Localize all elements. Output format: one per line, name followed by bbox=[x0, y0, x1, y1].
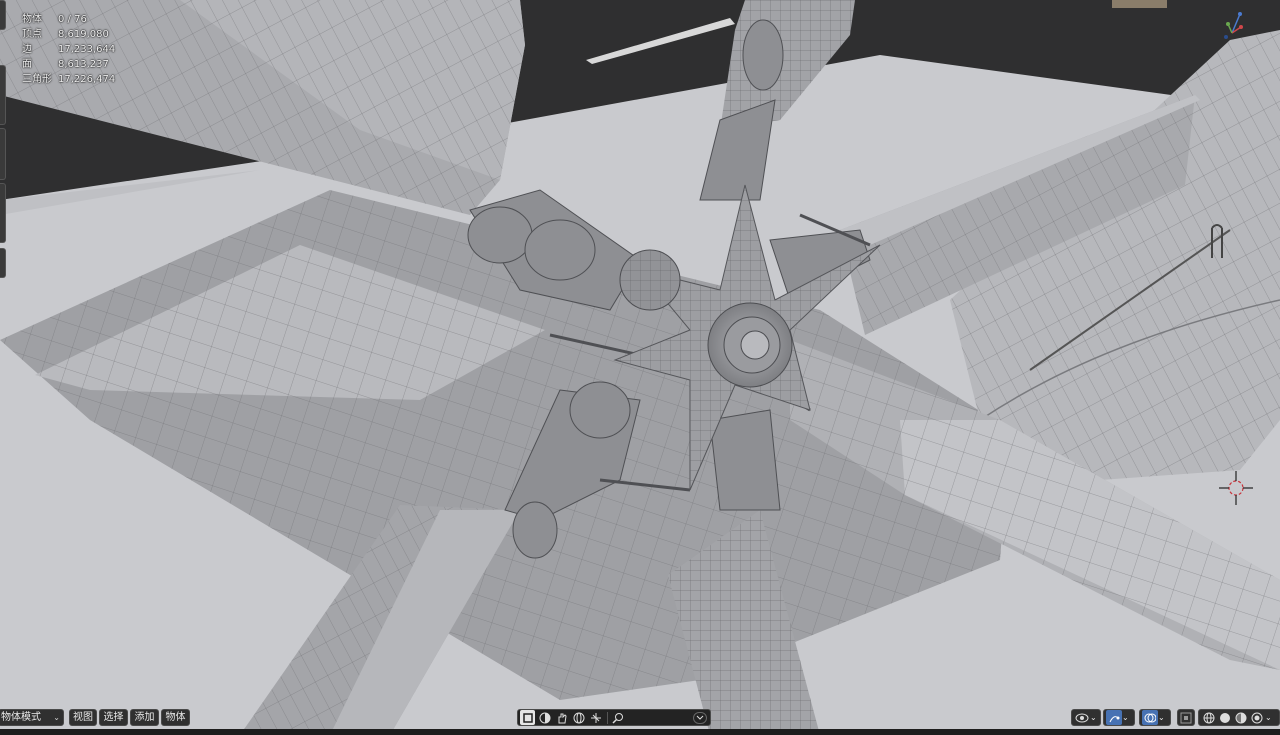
stat-label: 顶点 bbox=[22, 29, 42, 40]
menu-select[interactable]: 选择 bbox=[99, 709, 128, 726]
chevron-down-icon: ⌄ bbox=[1265, 713, 1272, 722]
interaction-mode-dropdown[interactable]: 物体模式 ⌄ bbox=[0, 709, 64, 726]
toolbar-tab[interactable] bbox=[0, 65, 6, 125]
sphere-icon[interactable] bbox=[571, 710, 586, 725]
stat-label: 边 bbox=[22, 44, 32, 55]
stat-row: 面 8,613,237 bbox=[22, 57, 115, 72]
xray-toggle[interactable] bbox=[1177, 709, 1195, 726]
stat-row: 三角形 17,226,474 bbox=[22, 72, 115, 87]
select-box-icon[interactable] bbox=[520, 710, 535, 725]
hand-icon[interactable] bbox=[554, 710, 569, 725]
rendered-shading-icon[interactable] bbox=[1249, 710, 1265, 725]
search-icon[interactable] bbox=[610, 710, 625, 725]
xray-icon bbox=[1180, 710, 1192, 725]
stat-label: 三角形 bbox=[22, 74, 52, 85]
interaction-mode-label: 物体模式 bbox=[1, 712, 41, 723]
viewport-toolbar bbox=[517, 709, 711, 726]
material-preview-icon[interactable] bbox=[537, 710, 552, 725]
scene-statistics: 物体 0 / 76 顶点 8,619,080 边 17,233,644 面 8,613,237… bbox=[22, 12, 115, 87]
wireframe-shading-icon[interactable] bbox=[1201, 710, 1217, 725]
stat-value: 8,613,237 bbox=[58, 59, 109, 70]
3d-viewport[interactable]: 物体 0 / 76 顶点 8,619,080 边 17,233,644 面 8,613,237… bbox=[0, 0, 1280, 735]
stat-label: 面 bbox=[22, 59, 32, 70]
stat-value: 17,233,644 bbox=[58, 44, 116, 55]
stat-value: 8,619,080 bbox=[58, 29, 109, 40]
chevron-down-icon: ⌄ bbox=[1090, 713, 1097, 722]
solid-shading-icon[interactable] bbox=[1217, 710, 1233, 725]
toolbar-tab[interactable] bbox=[0, 0, 6, 30]
toolbar-tab[interactable] bbox=[0, 248, 6, 278]
stat-value: 17,226,474 bbox=[58, 74, 116, 85]
status-bar bbox=[0, 729, 1280, 735]
menu-add[interactable]: 添加 bbox=[130, 709, 159, 726]
overlay-icon bbox=[1142, 710, 1158, 725]
chevron-down-icon: ⌄ bbox=[53, 713, 60, 722]
separator bbox=[607, 711, 608, 724]
shading-mode-group: ⌄ bbox=[1198, 709, 1280, 726]
menu-view[interactable]: 视图 bbox=[69, 709, 97, 726]
chevron-down-icon[interactable] bbox=[693, 711, 707, 724]
stat-row: 边 17,233,644 bbox=[22, 42, 115, 57]
rotor-hub-model[interactable] bbox=[0, 0, 1280, 735]
stat-row: 顶点 8,619,080 bbox=[22, 27, 115, 42]
stat-value: 0 / 76 bbox=[58, 14, 87, 25]
material-shading-icon[interactable] bbox=[1233, 710, 1249, 725]
chevron-down-icon: ⌄ bbox=[1158, 713, 1165, 722]
eye-icon bbox=[1074, 710, 1090, 725]
menu-object[interactable]: 物体 bbox=[161, 709, 190, 726]
toolbar-tab[interactable] bbox=[0, 183, 6, 243]
gizmo-icon bbox=[1106, 710, 1122, 725]
stat-row: 物体 0 / 76 bbox=[22, 12, 115, 27]
toolbar-tab[interactable] bbox=[0, 128, 6, 180]
stat-label: 物体 bbox=[22, 14, 42, 25]
overlay-toggle[interactable]: ⌄ bbox=[1139, 709, 1171, 726]
visibility-dropdown[interactable]: ⌄ bbox=[1071, 709, 1101, 726]
transform-icon[interactable] bbox=[588, 710, 603, 725]
gizmo-toggle[interactable]: ⌄ bbox=[1103, 709, 1135, 726]
chevron-down-icon: ⌄ bbox=[1122, 713, 1129, 722]
